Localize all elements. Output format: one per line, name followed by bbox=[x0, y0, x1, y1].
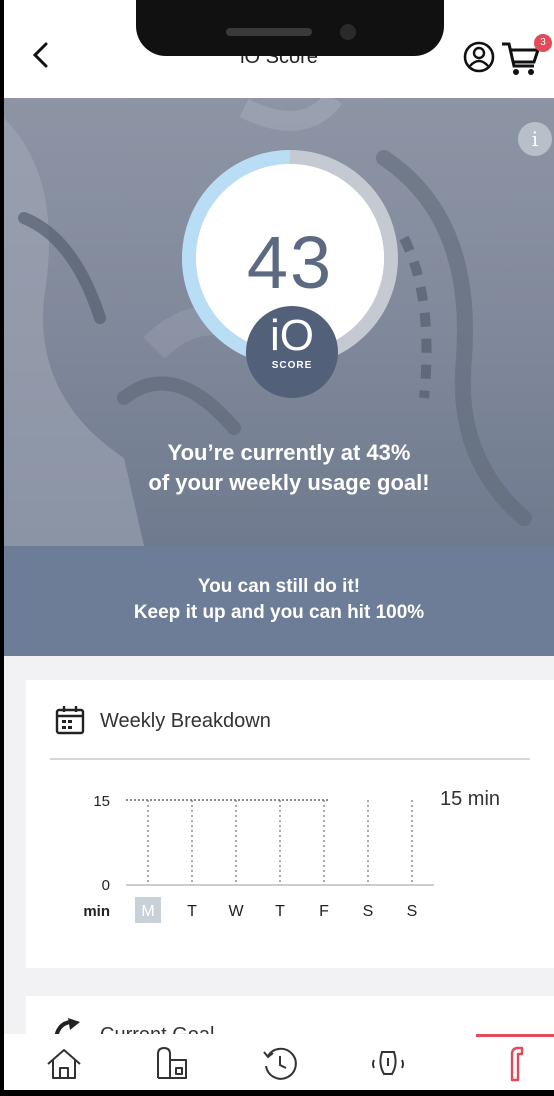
encouragement-line2: Keep it up and you can hit 100% bbox=[133, 602, 425, 623]
day-label: T bbox=[187, 903, 197, 920]
day-label: W bbox=[228, 903, 244, 920]
current-goal-card[interactable]: Current Goal bbox=[26, 996, 554, 1036]
device-notch bbox=[136, 0, 444, 56]
score-label: SCORE bbox=[271, 360, 313, 371]
top-bar: iO Score 3 bbox=[4, 0, 554, 98]
devices-icon[interactable] bbox=[152, 1044, 192, 1084]
day-label: M bbox=[141, 903, 154, 920]
score-hero: i 43 iO SCORE You’re currently at 43% of… bbox=[4, 98, 554, 546]
goal-label: 15 min bbox=[440, 788, 501, 810]
y-axis-unit: min bbox=[83, 903, 110, 920]
weekly-usage-chart: 15 0 min M T W T F S S bbox=[83, 793, 434, 923]
usage-message-line2: of your weekly usage goal! bbox=[148, 470, 430, 495]
io-score-badge: iO SCORE bbox=[246, 306, 338, 398]
score-value: 43 bbox=[246, 221, 334, 304]
y-tick-label: 15 bbox=[93, 793, 110, 810]
encouragement-line1: You can still do it! bbox=[197, 576, 361, 597]
tips-icon[interactable] bbox=[368, 1044, 408, 1084]
day-label: F bbox=[319, 903, 329, 920]
app-screen: iO Score 3 i 43 iO SCORE You’re currentl… bbox=[4, 0, 554, 1090]
active-tab-indicator bbox=[476, 1034, 554, 1037]
home-icon[interactable] bbox=[44, 1044, 84, 1084]
io-logo: iO bbox=[270, 311, 314, 360]
history-icon[interactable] bbox=[260, 1044, 300, 1084]
day-label: T bbox=[275, 903, 285, 920]
day-label: S bbox=[363, 903, 374, 920]
account-button[interactable] bbox=[462, 40, 496, 74]
bottom-navigation bbox=[4, 1034, 554, 1090]
y-tick-label: 0 bbox=[102, 877, 110, 894]
encouragement-banner: You can still do it! Keep it up and you … bbox=[4, 546, 554, 656]
weekly-breakdown-card: Weekly Breakdown 15 0 min MTWTFSS 15 min bbox=[26, 680, 554, 968]
usage-message-line1: You’re currently at 43% bbox=[167, 440, 411, 465]
day-label: S bbox=[407, 903, 418, 920]
usage-message: You’re currently at 43% of your weekly u… bbox=[44, 438, 534, 498]
info-icon[interactable]: i bbox=[518, 122, 552, 156]
brush-icon[interactable] bbox=[496, 1044, 536, 1084]
cart-count-badge: 3 bbox=[534, 34, 552, 52]
